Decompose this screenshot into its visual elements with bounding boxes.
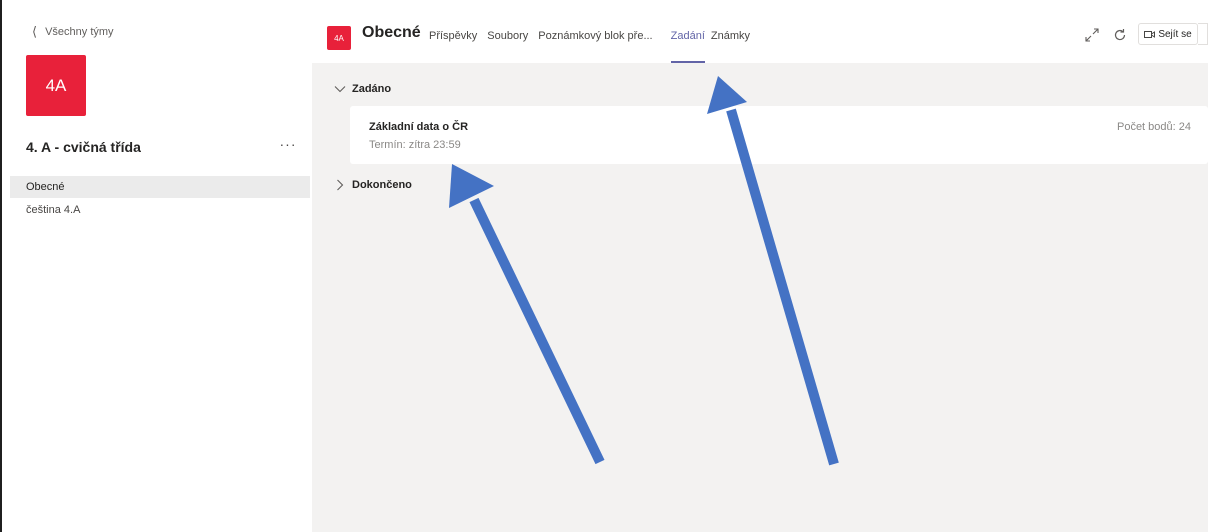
assignment-points: Počet bodů: 24	[1116, 121, 1191, 133]
tab-zadani[interactable]: Zadání	[670, 8, 706, 63]
channel-tabs: Příspěvky Soubory Poznámkový blok pře...…	[429, 8, 760, 63]
completed-section-label: Dokončeno	[352, 179, 412, 191]
channel-label: čeština 4.A	[26, 204, 81, 216]
team-name: 4. A - cvičná třída	[26, 139, 141, 155]
assigned-section-label: Zadáno	[352, 83, 392, 95]
tab-label: Příspěvky	[429, 29, 478, 42]
tab-znamky[interactable]: Známky	[711, 8, 750, 63]
team-avatar-text: 4A	[45, 75, 67, 95]
channel-item-cestina[interactable]: čeština 4.A	[10, 199, 310, 221]
expand-icon[interactable]	[1084, 27, 1100, 43]
video-icon	[1144, 30, 1156, 38]
tab-prispevky[interactable]: Příspěvky	[429, 8, 477, 63]
tab-label: Zadání	[670, 29, 705, 42]
completed-section-toggle[interactable]: Dokončeno	[334, 179, 412, 191]
main-panel: 4A Obecné Příspěvky Soubory Poznámkový b…	[312, 8, 1208, 532]
tab-label: Známky	[710, 29, 750, 42]
channel-team-avatar: 4A	[327, 26, 351, 50]
back-to-all-teams-link[interactable]: ⟨ Všechny týmy	[32, 25, 114, 38]
refresh-icon[interactable]	[1112, 27, 1128, 43]
assignment-card[interactable]: Základní data o ČR Termín: zítra 23:59 P…	[350, 106, 1208, 164]
chevron-down-icon	[334, 86, 346, 93]
chevron-right-icon	[337, 179, 344, 191]
channel-label: Obecné	[26, 181, 65, 193]
assignment-title: Základní data o ČR	[369, 121, 469, 133]
window-edge	[0, 0, 2, 532]
tab-soubory[interactable]: Soubory	[487, 8, 528, 63]
tab-poznamkovy-blok[interactable]: Poznámkový blok pře...	[538, 8, 652, 63]
tab-label: Poznámkový blok pře...	[538, 29, 653, 42]
assigned-section-toggle[interactable]: Zadáno	[334, 83, 391, 95]
team-avatar: 4A	[26, 55, 86, 116]
channel-avatar-text: 4A	[334, 33, 344, 43]
tab-label: Soubory	[487, 29, 529, 42]
chevron-left-icon: ⟨	[32, 24, 38, 39]
back-link-label: Všechny týmy	[45, 25, 114, 38]
meet-dropdown-chevron-down-icon[interactable]	[1198, 23, 1208, 45]
channel-item-obecne[interactable]: Obecné	[10, 176, 310, 198]
meet-button-label: Sejít se	[1158, 28, 1192, 40]
assignment-due: Termín: zítra 23:59	[369, 139, 461, 151]
teams-sidebar: ⟨ Všechny týmy 4A 4. A - cvičná třída ··…	[10, 0, 310, 532]
channel-header: 4A Obecné Příspěvky Soubory Poznámkový b…	[312, 8, 1208, 63]
channel-title: Obecné	[362, 24, 421, 41]
more-options-icon[interactable]: ···	[276, 136, 300, 156]
meet-now-button[interactable]: Sejít se	[1138, 23, 1198, 45]
